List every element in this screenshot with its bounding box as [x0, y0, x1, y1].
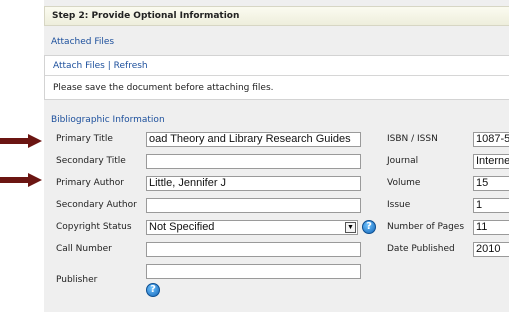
refresh-link[interactable]: Refresh — [114, 61, 148, 71]
copyright-status-select[interactable]: Not Specified ▼ — [146, 220, 358, 235]
issue-field[interactable]: 1 — [473, 198, 509, 213]
attach-toolbar: Attach Files | Refresh — [53, 61, 148, 71]
secondary-author-label: Secondary Author — [56, 200, 137, 210]
primary-title-field[interactable]: oad Theory and Library Research Guides — [146, 132, 361, 147]
journal-label: Journal — [387, 156, 419, 166]
publisher-label: Publisher — [56, 275, 98, 285]
issue-label: Issue — [387, 200, 411, 210]
volume-field[interactable]: 15 — [473, 176, 509, 191]
attach-files-link[interactable]: Attach Files — [53, 61, 105, 71]
secondary-title-label: Secondary Title — [56, 156, 126, 166]
attached-files-box: Attach Files | Refresh Please save the d… — [44, 55, 509, 100]
date-published-label: Date Published — [387, 244, 455, 254]
right-arrow-icon — [0, 134, 42, 148]
primary-author-field[interactable]: Little, Jennifer J — [146, 176, 361, 191]
chevron-down-icon[interactable]: ▼ — [345, 222, 356, 233]
secondary-author-field[interactable] — [146, 198, 361, 213]
call-number-field[interactable] — [146, 242, 361, 257]
isbn-label: ISBN / ISSN — [387, 134, 438, 144]
primary-author-label: Primary Author — [56, 178, 124, 188]
divider — [45, 75, 509, 76]
right-arrow-icon — [0, 173, 42, 187]
journal-field[interactable]: Interne — [473, 154, 509, 169]
attached-files-title: Attached Files — [51, 37, 115, 47]
help-icon[interactable]: ? — [146, 283, 160, 297]
pages-field[interactable]: 11 — [473, 220, 509, 235]
step-header: Step 2: Provide Optional Information — [44, 6, 509, 26]
save-notice: Please save the document before attachin… — [53, 83, 274, 93]
copyright-status-value: Not Specified — [149, 221, 215, 233]
isbn-field[interactable]: 1087-5 — [473, 132, 509, 147]
primary-title-label: Primary Title — [56, 134, 113, 144]
form-panel: Step 2: Provide Optional Information Att… — [44, 0, 509, 312]
help-icon[interactable]: ? — [362, 220, 376, 234]
toolbar-separator: | — [107, 61, 111, 71]
volume-label: Volume — [387, 178, 421, 188]
pages-label: Number of Pages — [387, 222, 465, 232]
publisher-field[interactable] — [146, 264, 361, 279]
secondary-title-field[interactable] — [146, 154, 361, 169]
copyright-status-label: Copyright Status — [56, 222, 132, 232]
call-number-label: Call Number — [56, 244, 112, 254]
date-published-field[interactable]: 2010 — [473, 242, 509, 257]
biblio-title: Bibliographic Information — [51, 115, 165, 125]
